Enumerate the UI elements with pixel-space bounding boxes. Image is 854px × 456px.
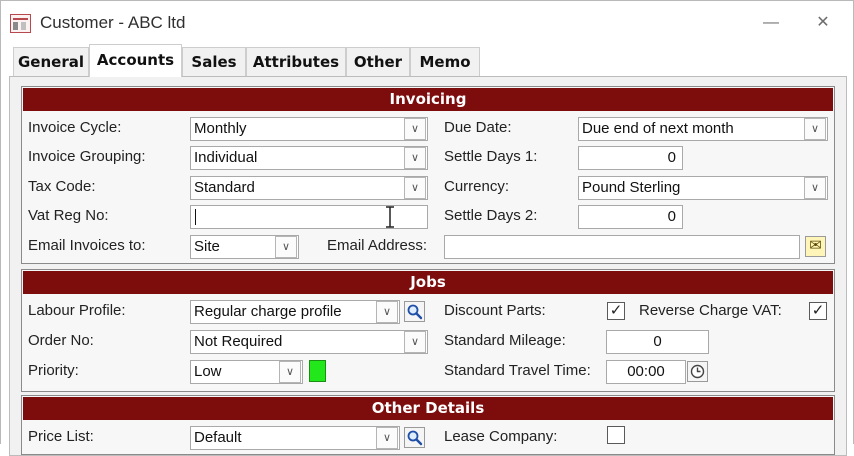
email-address-label: Email Address:: [327, 237, 428, 254]
search-icon[interactable]: [404, 427, 425, 448]
settle-days-1-input[interactable]: 0: [578, 146, 683, 170]
discount-parts-label: Discount Parts:: [444, 302, 546, 319]
price-list-label: Price List:: [28, 428, 94, 445]
minimize-button[interactable]: —: [759, 12, 783, 34]
order-no-label: Order No:: [28, 332, 94, 349]
form-icon: [10, 14, 31, 33]
tax-code-combo[interactable]: Standard: [190, 176, 428, 200]
chevron-down-icon[interactable]: ∨: [804, 118, 826, 140]
due-date-label: Due Date:: [444, 119, 512, 136]
tab-general[interactable]: General: [13, 47, 89, 76]
invoice-grouping-combo[interactable]: Individual: [190, 146, 428, 170]
chevron-down-icon[interactable]: ∨: [275, 236, 297, 258]
settle-days-2-label: Settle Days 2:: [444, 207, 538, 224]
discount-parts-checkbox[interactable]: ✓: [607, 302, 625, 320]
invoice-cycle-label: Invoice Cycle:: [28, 119, 122, 136]
settle-days-2-input[interactable]: 0: [578, 205, 683, 229]
chevron-down-icon[interactable]: ∨: [804, 177, 826, 199]
priority-color-swatch: [309, 360, 326, 382]
tab-accounts[interactable]: Accounts: [89, 44, 182, 77]
envelope-icon[interactable]: ✉: [805, 236, 826, 257]
chevron-down-icon[interactable]: ∨: [404, 147, 426, 169]
email-invoices-to-label: Email Invoices to:: [28, 237, 146, 254]
due-date-combo[interactable]: Due end of next month: [578, 117, 828, 141]
tax-code-label: Tax Code:: [28, 178, 96, 195]
chevron-down-icon[interactable]: ∨: [376, 301, 398, 323]
chevron-down-icon[interactable]: ∨: [404, 118, 426, 140]
clock-icon[interactable]: [687, 361, 708, 382]
close-button[interactable]: ✕: [811, 12, 835, 34]
section-header-other-details: Other Details: [23, 397, 833, 420]
priority-label: Priority:: [28, 362, 79, 379]
standard-travel-time-input[interactable]: 00:00: [606, 360, 686, 384]
tab-attributes[interactable]: Attributes: [246, 47, 346, 76]
labour-profile-label: Labour Profile:: [28, 302, 126, 319]
standard-mileage-input[interactable]: 0: [606, 330, 709, 354]
order-no-combo[interactable]: Not Required: [190, 330, 428, 354]
section-header-jobs: Jobs: [23, 271, 833, 294]
reverse-charge-vat-label: Reverse Charge VAT:: [639, 302, 782, 319]
reverse-charge-vat-checkbox[interactable]: ✓: [809, 302, 827, 320]
ibeam-cursor-icon: [384, 206, 396, 228]
email-address-input[interactable]: [444, 235, 800, 259]
lease-company-label: Lease Company:: [444, 428, 558, 445]
vat-reg-no-label: Vat Reg No:: [28, 207, 109, 224]
tab-other[interactable]: Other: [346, 47, 410, 76]
search-icon[interactable]: [404, 301, 425, 322]
window-title: Customer - ABC ltd: [40, 13, 186, 32]
chevron-down-icon[interactable]: ∨: [279, 361, 301, 383]
chevron-down-icon[interactable]: ∨: [404, 331, 426, 353]
settle-days-1-label: Settle Days 1:: [444, 148, 538, 165]
tab-memo[interactable]: Memo: [410, 47, 480, 76]
standard-mileage-label: Standard Mileage:: [444, 332, 566, 349]
text-caret: [195, 209, 196, 225]
price-list-combo[interactable]: Default: [190, 426, 400, 450]
currency-label: Currency:: [444, 178, 510, 195]
invoice-grouping-label: Invoice Grouping:: [28, 148, 146, 165]
labour-profile-combo[interactable]: Regular charge profile: [190, 300, 400, 324]
invoice-cycle-combo[interactable]: Monthly: [190, 117, 428, 141]
section-header-invoicing: Invoicing: [23, 88, 833, 111]
chevron-down-icon[interactable]: ∨: [404, 177, 426, 199]
standard-travel-time-label: Standard Travel Time:: [444, 362, 591, 379]
currency-combo[interactable]: Pound Sterling: [578, 176, 828, 200]
lease-company-checkbox[interactable]: [607, 426, 625, 444]
tab-sales[interactable]: Sales: [182, 47, 246, 76]
chevron-down-icon[interactable]: ∨: [376, 427, 398, 449]
